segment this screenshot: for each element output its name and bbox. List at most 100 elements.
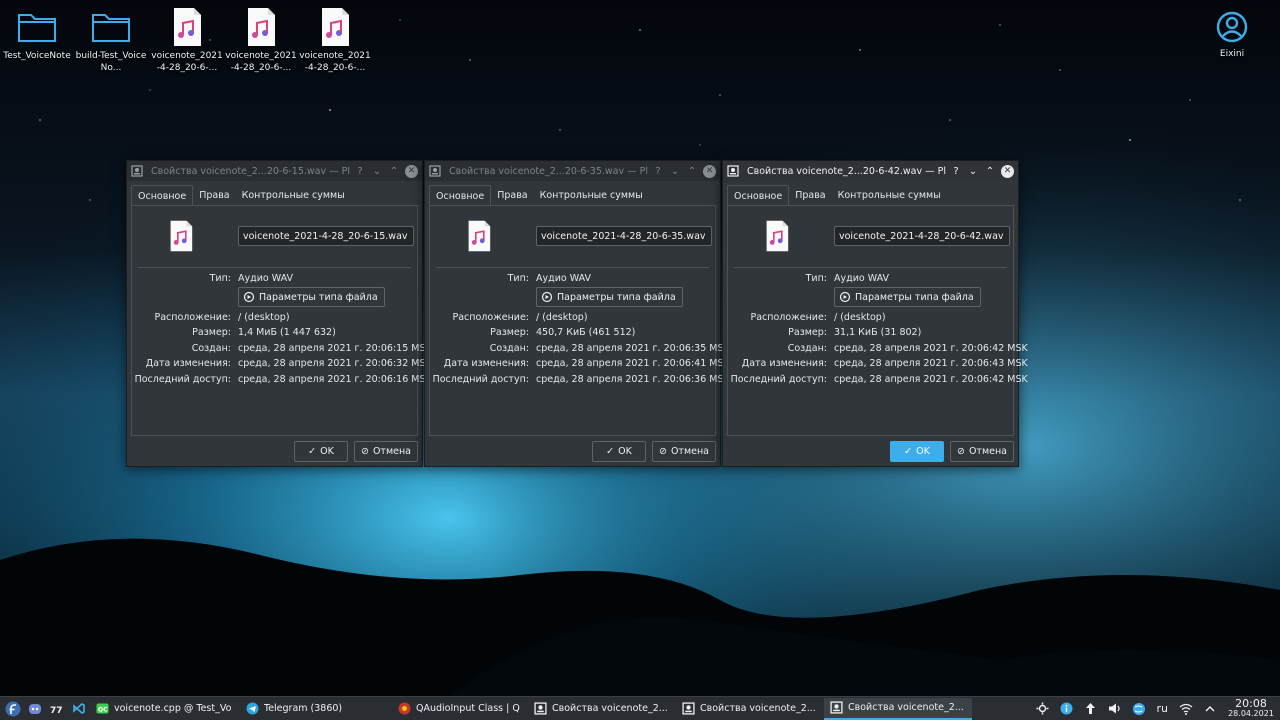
properties-dialog-2[interactable]: Свойства voicenote_2...20-6-35.wav — Pla… (424, 160, 730, 467)
check-icon: ✓ (606, 446, 615, 457)
file-type-options-button[interactable]: Параметры типа файла (536, 287, 683, 307)
tab-checksums[interactable]: Контрольные суммы (832, 185, 947, 206)
minimize-button[interactable]: ⌄ (370, 164, 384, 178)
tray-expand-icon[interactable] (1203, 702, 1217, 716)
properties-icon (131, 165, 143, 177)
tab-permissions[interactable]: Права (193, 185, 235, 206)
audio-file-icon[interactable] (168, 220, 194, 255)
cancel-button[interactable]: ⊘ Отмена (651, 441, 716, 462)
clock-date: 28.04.2021 (1228, 708, 1274, 718)
window-titlebar[interactable]: Свойства voicenote_2...20-6-35.wav — Pla… (425, 161, 720, 181)
cancel-label: Отмена (968, 446, 1007, 457)
file-type-options-label: Параметры типа файла (259, 291, 378, 303)
app-launcher-icon[interactable] (4, 700, 22, 718)
discord-icon[interactable] (26, 700, 44, 718)
tab-checksums[interactable]: Контрольные суммы (236, 185, 351, 206)
file-type-options-button[interactable]: Параметры типа файла (834, 287, 981, 307)
tab-checksums[interactable]: Контрольные суммы (534, 185, 649, 206)
tab-general[interactable]: Основное (429, 185, 492, 206)
ok-button[interactable]: ✓ OK (293, 441, 348, 462)
audio-file-icon[interactable] (764, 220, 790, 255)
accessed-value: среда, 28 апреля 2021 г. 20:06:36 MSK (536, 374, 730, 385)
keyboard-layout[interactable]: ru (1157, 702, 1169, 715)
properties-dialog-3[interactable]: Свойства voicenote_2...20-6-42.wav — Pla… (722, 160, 1028, 467)
wifi-icon[interactable] (1179, 702, 1193, 716)
cancel-button[interactable]: ⊘ Отмена (949, 441, 1014, 462)
task-label: Свойства voicenote_2... (552, 703, 668, 714)
cancel-label: Отмена (670, 446, 709, 457)
ide-icon[interactable]: 77 (48, 700, 66, 718)
task-browser[interactable]: QAudioInput Class | Qt... (392, 698, 526, 720)
help-button[interactable]: ? (949, 164, 963, 178)
desktop-icon-test-voicenote[interactable]: Test_VoiceNote (0, 6, 74, 62)
file-type-options-label: Параметры типа файла (855, 291, 974, 303)
task-properties-1[interactable]: Свойства voicenote_2... (528, 698, 674, 720)
desktop-icon-voicenote-1[interactable]: voicenote_2021-4-28_20-6-... (150, 6, 224, 74)
help-button[interactable]: ? (353, 164, 367, 178)
audio-file-icon (224, 6, 298, 48)
task-properties-3[interactable]: Свойства voicenote_2... (824, 697, 972, 720)
info-icon[interactable] (1060, 702, 1074, 716)
volume-icon[interactable] (1108, 702, 1122, 716)
configure-icon (839, 291, 851, 303)
task-label: QAudioInput Class | Qt... (416, 703, 520, 714)
tab-bar: Основное Права Контрольные суммы (127, 181, 422, 206)
minimize-button[interactable]: ⌄ (668, 164, 682, 178)
location-value: / (desktop) (536, 312, 588, 323)
maximize-button[interactable]: ⌃ (387, 164, 401, 178)
maximize-button[interactable]: ⌃ (685, 164, 699, 178)
file-type-options-button[interactable]: Параметры типа файла (238, 287, 385, 307)
maximize-button[interactable]: ⌃ (983, 164, 997, 178)
filename-input[interactable] (834, 226, 1010, 246)
window-titlebar[interactable]: Свойства voicenote_2...20-6-42.wav — Pla… (723, 161, 1018, 181)
desktop-icon-user[interactable]: Eixini (1206, 8, 1258, 59)
desktop-icon-voicenote-3[interactable]: voicenote_2021-4-28_20-6-... (298, 6, 372, 74)
tab-permissions[interactable]: Права (789, 185, 831, 206)
audio-file-icon (298, 6, 372, 48)
filename-input[interactable] (238, 226, 414, 246)
accessed-label: Последний доступ: (134, 374, 231, 385)
clock[interactable]: 20:08 28.04.2021 (1222, 698, 1280, 719)
desktop-icon-build-folder[interactable]: build-Test_VoiceNo... (74, 6, 148, 74)
settings-icon[interactable] (1036, 702, 1050, 716)
desktop-icon-label: voicenote_2021-4-28_20-6-... (299, 51, 371, 73)
task-label: Свойства voicenote_2... (700, 703, 816, 714)
size-value: 450,7 КиБ (461 512) (536, 327, 636, 338)
cancel-icon: ⊘ (956, 446, 965, 457)
window-titlebar[interactable]: Свойства voicenote_2...20-6-15.wav — Pla… (127, 161, 422, 181)
ok-button[interactable]: ✓ OK (591, 441, 646, 462)
close-button[interactable]: ✕ (703, 164, 716, 178)
vscode-icon[interactable] (70, 700, 88, 718)
ok-button[interactable]: ✓ OK (889, 441, 944, 462)
separator (436, 267, 709, 268)
created-label: Создан: (787, 343, 827, 354)
task-label: Telegram (3860) (264, 703, 343, 714)
type-label: Тип: (805, 273, 827, 284)
system-tray: ru 20:08 28.04.2021 (1031, 697, 1280, 720)
modified-value: среда, 28 апреля 2021 г. 20:06:41 MSK (536, 358, 730, 369)
size-value: 31,1 КиБ (31 802) (834, 327, 922, 338)
task-telegram[interactable]: Telegram (3860) (240, 698, 390, 720)
properties-dialog-1[interactable]: Свойства voicenote_2...20-6-15.wav — Pla… (126, 160, 432, 467)
help-button[interactable]: ? (651, 164, 665, 178)
cancel-icon: ⊘ (658, 446, 667, 457)
close-button[interactable]: ✕ (405, 164, 418, 178)
general-panel: Тип: Аудио WAV Параметры типа файла Распо… (131, 205, 432, 436)
close-button[interactable]: ✕ (1001, 164, 1014, 178)
desktop-icon-voicenote-2[interactable]: voicenote_2021-4-28_20-6-... (224, 6, 298, 74)
minimize-button[interactable]: ⌄ (966, 164, 980, 178)
location-label: Расположение: (154, 312, 231, 323)
updates-icon[interactable] (1084, 702, 1098, 716)
task-qtcreator[interactable]: QC voicenote.cpp @ Test_Voic... (90, 698, 238, 720)
tab-general[interactable]: Основное (131, 185, 194, 206)
audio-file-icon[interactable] (466, 220, 492, 255)
svg-text:77: 77 (50, 706, 63, 715)
tab-general[interactable]: Основное (727, 185, 790, 206)
filename-input[interactable] (536, 226, 712, 246)
type-value: Аудио WAV (834, 273, 889, 284)
task-properties-2[interactable]: Свойства voicenote_2... (676, 698, 822, 720)
tab-permissions[interactable]: Права (491, 185, 533, 206)
cancel-button[interactable]: ⊘ Отмена (353, 441, 418, 462)
configure-icon (541, 291, 553, 303)
network-globe-icon[interactable] (1132, 702, 1146, 716)
